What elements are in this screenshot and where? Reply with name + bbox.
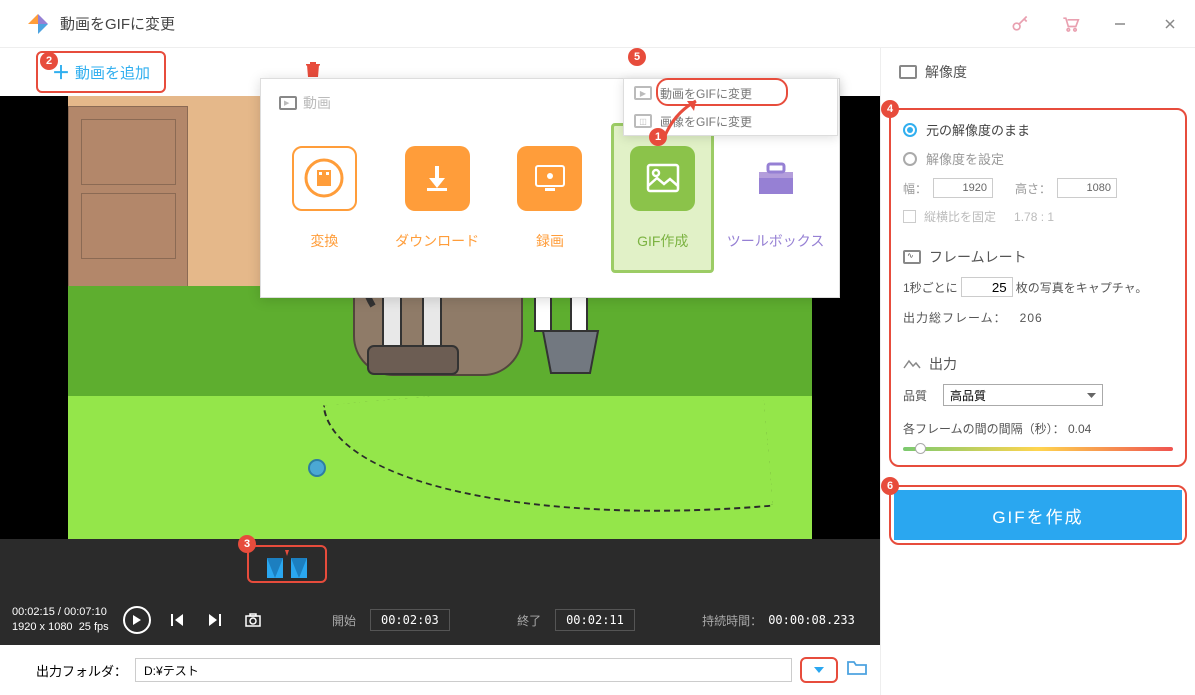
width-input[interactable]: [933, 178, 993, 198]
interval-slider[interactable]: [903, 447, 1173, 451]
output-folder-label: 出力フォルダ：: [36, 661, 127, 680]
end-label: 終了: [517, 612, 541, 629]
close-button[interactable]: [1155, 9, 1185, 39]
tile-convert[interactable]: 変換: [273, 123, 376, 273]
radio-icon: [903, 152, 917, 166]
minimize-button[interactable]: [1105, 9, 1135, 39]
annotation-badge-3: 3: [238, 535, 256, 553]
tile-convert-label: 変換: [310, 231, 338, 251]
settings-frame: 4 元の解像度のまま 解像度を設定 幅： 高さ： 縦横比を固定 1.78 : 1: [889, 108, 1187, 467]
app-logo-icon: [24, 10, 52, 38]
start-time-box[interactable]: 00:02:03: [370, 609, 450, 631]
prev-frame-button[interactable]: [165, 608, 189, 632]
annotation-badge-6: 6: [881, 477, 899, 495]
interval-value: 0.04: [1068, 422, 1091, 436]
titlebar: 動画をGIFに変更: [0, 0, 1195, 48]
quality-label: 品質: [903, 387, 927, 404]
create-gif-frame: 6 GIFを作成: [889, 485, 1187, 545]
duration-value: 00:00:08.233: [768, 613, 855, 627]
add-video-label: 動画を追加: [75, 62, 150, 83]
radio-icon: [903, 123, 917, 137]
output-folder-input[interactable]: [135, 658, 792, 682]
lock-aspect-checkbox[interactable]: [903, 210, 916, 223]
video-small-icon: ▶: [634, 86, 652, 100]
image-small-icon: ◫: [634, 114, 652, 128]
quality-value: 高品質: [950, 387, 986, 404]
tile-record-label: 録画: [536, 231, 564, 251]
annotation-badge-4: 4: [881, 100, 899, 118]
radio-keep-original[interactable]: 元の解像度のまま: [903, 120, 1173, 139]
end-time-box[interactable]: 00:02:11: [555, 609, 635, 631]
total-frames-value: 206: [1020, 311, 1043, 325]
radio-set-resolution-label: 解像度を設定: [926, 149, 1004, 168]
output-title: 出力: [929, 354, 957, 374]
tile-toolbox[interactable]: ツールボックス: [724, 123, 827, 273]
annotation-badge-5: 5: [628, 48, 646, 66]
browse-folder-icon[interactable]: [846, 659, 868, 682]
play-button[interactable]: [123, 606, 151, 634]
playback-controls: 00:02:15 / 00:07:10 1920 x 1080 25 fps 開…: [0, 595, 880, 645]
radio-set-resolution[interactable]: 解像度を設定: [903, 149, 1173, 168]
lock-aspect-label: 縦横比を固定: [924, 208, 996, 225]
output-folder-row: 出力フォルダ： 5: [0, 645, 880, 695]
popup-header-label: 動画: [303, 93, 331, 113]
fps-suffix: 枚の写真をキャプチャ。: [1016, 279, 1148, 296]
interval-label: 各フレームの間の間隔（秒）：: [903, 422, 1065, 436]
tile-toolbox-label: ツールボックス: [727, 231, 825, 251]
next-frame-button[interactable]: [203, 608, 227, 632]
tile-download[interactable]: ダウンロード: [386, 123, 489, 273]
total-frames-label: 出力総フレーム：: [903, 311, 1007, 325]
resolution-title: 解像度: [925, 62, 967, 82]
video-dimensions: 1920 x 1080: [12, 621, 73, 633]
cart-icon[interactable]: [1055, 9, 1085, 39]
annotation-badge-2: 2: [40, 52, 58, 70]
width-label: 幅：: [903, 180, 927, 197]
resolution-icon: [899, 65, 917, 79]
trim-bar[interactable]: 3: [0, 539, 880, 595]
quality-select[interactable]: 高品質: [943, 384, 1103, 406]
framerate-title: フレームレート: [929, 247, 1027, 267]
snapshot-button[interactable]: [241, 608, 265, 632]
aspect-value: 1.78 : 1: [1014, 210, 1054, 224]
output-folder-dropdown[interactable]: [800, 657, 838, 683]
radio-keep-original-label: 元の解像度のまま: [926, 120, 1030, 139]
height-input[interactable]: [1057, 178, 1117, 198]
video-fps: 25 fps: [79, 621, 109, 633]
window-title: 動画をGIFに変更: [60, 13, 175, 34]
tile-download-label: ダウンロード: [395, 231, 479, 251]
duration-label: 持続時間：: [702, 612, 762, 629]
start-label: 開始: [332, 612, 356, 629]
tile-record[interactable]: 録画: [499, 123, 602, 273]
fps-input[interactable]: [961, 277, 1013, 297]
total-time: 00:07:10: [64, 606, 107, 618]
ball-graphic: [308, 459, 326, 477]
height-label: 高さ：: [1015, 180, 1051, 197]
create-gif-label: GIFを作成: [992, 503, 1083, 528]
output-icon: [903, 356, 921, 373]
trim-handle[interactable]: [247, 545, 327, 583]
annotation-badge-1: 1: [649, 128, 667, 146]
framerate-icon: ∿: [903, 250, 921, 264]
create-gif-button[interactable]: GIFを作成: [894, 490, 1182, 540]
tile-gif-label: GIF作成: [637, 231, 688, 251]
key-icon[interactable]: [1005, 9, 1035, 39]
current-time: 00:02:15: [12, 606, 55, 618]
tile-gif[interactable]: GIF作成: [611, 123, 714, 273]
video-icon: ▶: [279, 96, 297, 110]
fps-prefix: 1秒ごとに: [903, 279, 958, 296]
settings-panel: 解像度 4 元の解像度のまま 解像度を設定 幅： 高さ： 縦横比: [880, 48, 1195, 695]
